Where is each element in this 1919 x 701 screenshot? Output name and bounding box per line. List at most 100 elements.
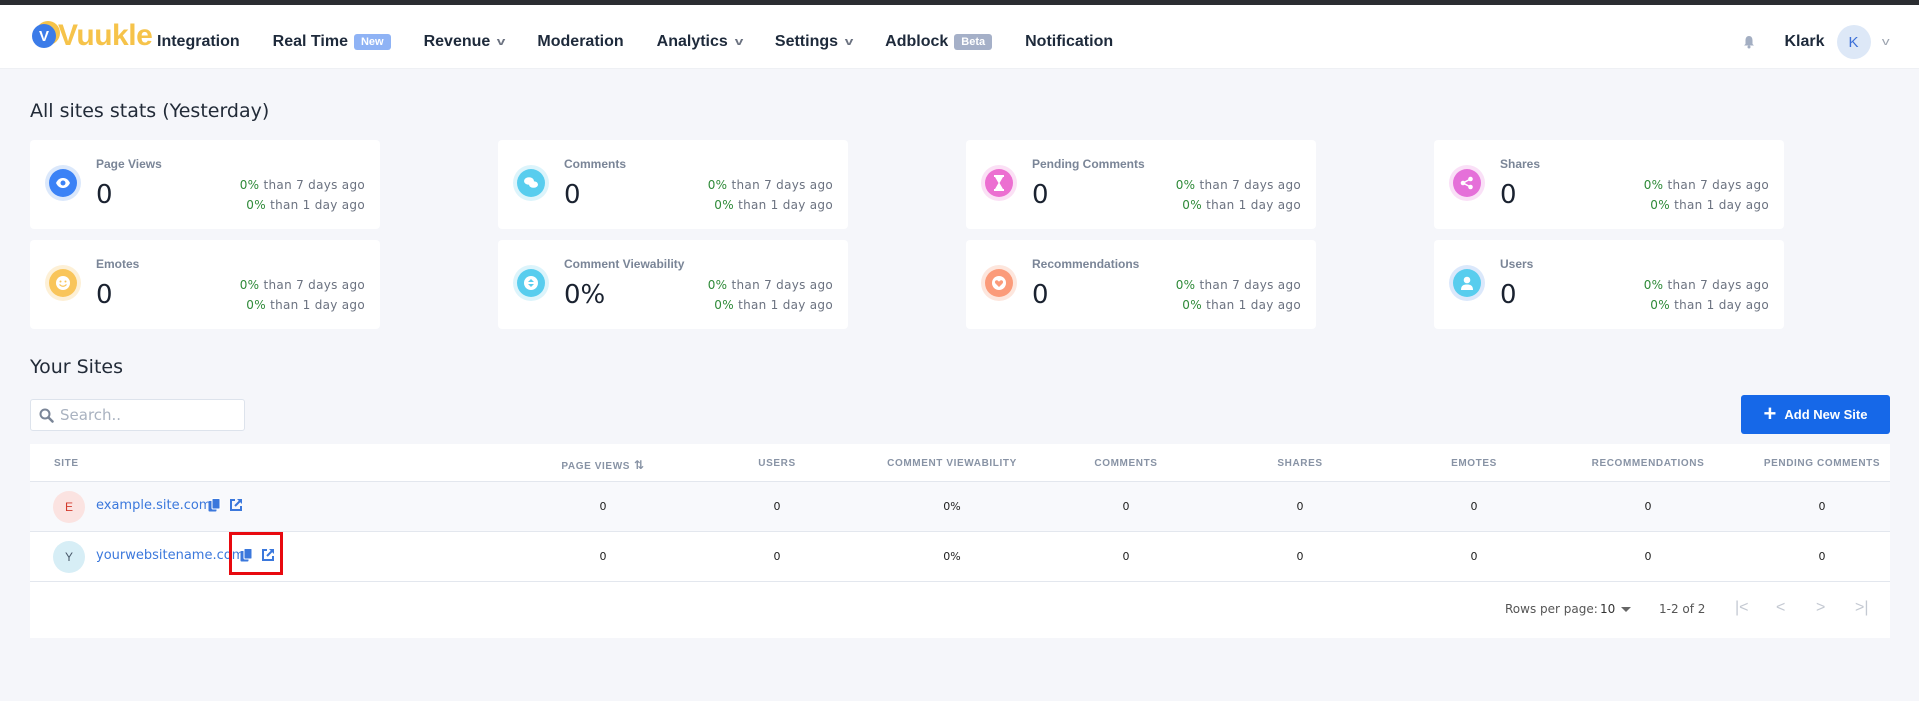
compare-1-day-pct: 0% — [714, 298, 734, 312]
cell-comments: 0 — [1122, 500, 1130, 513]
compare-1-day: 0% than 1 day ago — [714, 298, 833, 312]
column-header-label: Pending Comments — [1763, 458, 1881, 469]
site-link[interactable]: example.site.com — [96, 498, 211, 513]
username[interactable]: Klark — [1784, 33, 1824, 51]
copy-icon[interactable] — [208, 498, 221, 512]
compare-7-days-text: than 7 days ago — [731, 178, 833, 192]
compare-7-days-text: than 7 days ago — [263, 278, 365, 292]
column-header-users: Users — [758, 458, 795, 469]
compare-1-day: 0% than 1 day ago — [246, 198, 365, 212]
nav-item-real-time[interactable]: Real Time New — [273, 33, 391, 51]
stat-label: Emotes — [96, 257, 140, 271]
vuukle-logo[interactable]: V Vuukle — [32, 19, 153, 53]
stat-label: Pending Comments — [1032, 157, 1145, 171]
chevron-down-icon: v — [844, 36, 854, 48]
compare-1-day: 0% than 1 day ago — [714, 198, 833, 212]
column-header-page-views[interactable]: Page Views ⇅ — [561, 458, 644, 472]
column-header-label: Page Views — [561, 461, 631, 472]
column-header-label: Comments — [1094, 458, 1158, 469]
nav-item-revenue[interactable]: Revenue v — [424, 33, 506, 51]
compare-1-day-text: than 1 day ago — [738, 298, 833, 312]
compare-1-day-pct: 0% — [714, 198, 734, 212]
table-header: Site Page Views ⇅ Users Comment Viewability… — [30, 444, 1890, 482]
rows-per-page-select[interactable]: 10 — [1600, 602, 1632, 616]
chevron-down-icon: v — [497, 36, 506, 48]
nav-item-analytics[interactable]: Analytics v — [656, 33, 744, 51]
nav-item-label: Adblock — [885, 33, 949, 50]
smiley-icon — [49, 269, 77, 297]
last-page-icon[interactable]: >| — [1855, 599, 1869, 617]
next-page-icon[interactable]: > — [1816, 599, 1825, 617]
beta-badge: Beta — [954, 34, 993, 50]
user-icon-wrapper — [1449, 265, 1485, 301]
site-actions — [208, 498, 251, 512]
stat-card-pending-comments: Pending Comments 0 0% than 7 days ago 0% th… — [966, 140, 1316, 229]
external-link-icon[interactable] — [229, 498, 243, 512]
chat-bubbles-icon-wrapper — [513, 165, 549, 201]
bell-icon[interactable] — [1742, 35, 1756, 49]
nav-item-notification[interactable]: Notification — [1025, 33, 1113, 51]
search-input[interactable] — [60, 406, 230, 424]
stat-card-emotes: Emotes 0 0% than 7 days ago 0% than 1 day a… — [30, 240, 380, 329]
stat-label: Users — [1500, 257, 1534, 271]
nav-item-label: Analytics — [656, 33, 728, 50]
site-avatar: Y — [53, 541, 85, 573]
compare-1-day-text: than 1 day ago — [270, 198, 365, 212]
cell-pending-comments: 0 — [1818, 550, 1826, 563]
compare-1-day-text: than 1 day ago — [270, 298, 365, 312]
compare-7-days-pct: 0% — [1643, 178, 1664, 192]
compare-7-days: 0% than 7 days ago — [240, 178, 365, 192]
stat-value: 0 — [1032, 280, 1049, 310]
column-header-label: Site — [54, 458, 79, 469]
nav-item-moderation[interactable]: Moderation — [537, 33, 623, 51]
first-page-icon[interactable]: |< — [1735, 599, 1749, 617]
logo-badge: V — [32, 24, 56, 48]
scroll-arrows-icon — [517, 269, 545, 297]
nav-item-label: Integration — [157, 33, 240, 50]
chevron-down-icon[interactable]: v — [1881, 36, 1889, 48]
compare-1-day-text: than 1 day ago — [1674, 198, 1769, 212]
chevron-down-icon: v — [734, 36, 744, 48]
compare-1-day: 0% than 1 day ago — [1650, 298, 1769, 312]
stat-card-comments: Comments 0 0% than 7 days ago 0% than 1 day… — [498, 140, 848, 229]
stat-value: 0 — [1032, 180, 1049, 210]
user-avatar[interactable]: K — [1836, 25, 1871, 59]
previous-page-icon[interactable]: < — [1776, 599, 1785, 617]
compare-7-days: 0% than 7 days ago — [708, 278, 833, 292]
share-icon-wrapper — [1449, 165, 1485, 201]
stat-value: 0 — [1500, 180, 1517, 210]
site-link[interactable]: yourwebsitename.com — [96, 548, 244, 563]
nav-item-integration[interactable]: Integration — [157, 33, 240, 51]
table-row: Yyourwebsitename.com 0 0 0% 0 0 0 0 0 — [30, 532, 1890, 582]
highlight-box — [229, 532, 283, 575]
sort-icon[interactable]: ⇅ — [630, 458, 645, 472]
nav-item-settings[interactable]: Settings v — [775, 33, 854, 51]
compare-1-day-text: than 1 day ago — [1206, 198, 1301, 212]
new-badge: New — [353, 34, 391, 50]
hourglass-icon — [985, 169, 1013, 197]
stat-value: 0% — [564, 280, 606, 310]
sites-section-title: Your Sites — [30, 356, 123, 378]
compare-1-day-text: than 1 day ago — [738, 198, 833, 212]
stat-label: Comment Viewability — [564, 257, 685, 271]
compare-1-day-pct: 0% — [1182, 198, 1202, 212]
nav-item-adblock[interactable]: Adblock Beta — [885, 33, 993, 51]
column-header-label: Emotes — [1451, 458, 1497, 469]
add-new-site-label: Add New Site — [1784, 407, 1868, 422]
compare-1-day: 0% than 1 day ago — [246, 298, 365, 312]
compare-1-day-text: than 1 day ago — [1206, 298, 1301, 312]
stat-label: Recommendations — [1032, 257, 1140, 271]
add-new-site-button[interactable]: + Add New Site — [1741, 395, 1890, 434]
table-pagination: Rows per page: 10 1-2 of 2 |< < > >| — [30, 582, 1890, 638]
column-header-emotes: Emotes — [1451, 458, 1497, 469]
compare-7-days-text: than 7 days ago — [1667, 278, 1769, 292]
compare-1-day: 0% than 1 day ago — [1650, 198, 1769, 212]
search-box[interactable] — [30, 399, 245, 431]
compare-7-days: 0% than 7 days ago — [1176, 178, 1301, 192]
compare-7-days: 0% than 7 days ago — [1176, 278, 1301, 292]
nav-item-label: Notification — [1025, 33, 1114, 50]
compare-1-day-pct: 0% — [246, 198, 266, 212]
column-header-label: Shares — [1277, 458, 1323, 469]
compare-1-day-pct: 0% — [1650, 298, 1670, 312]
cell-users: 0 — [773, 500, 781, 513]
